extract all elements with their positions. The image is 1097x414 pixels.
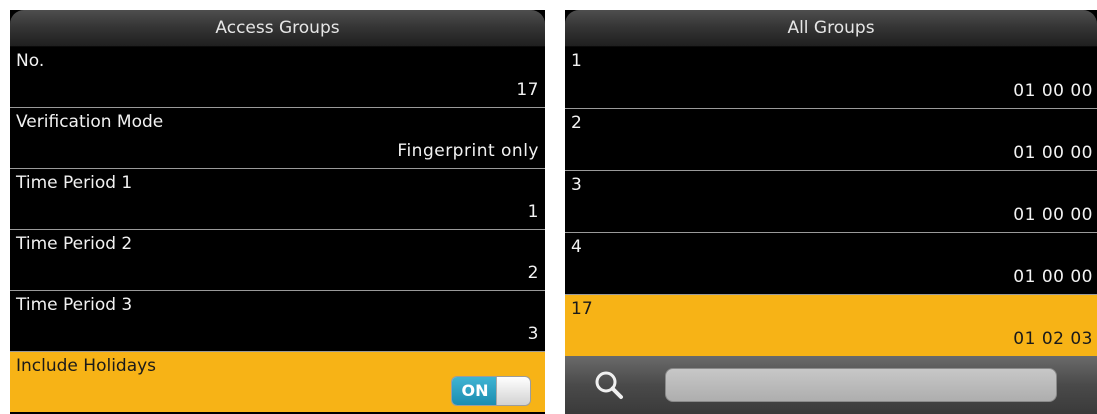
field-label: Time Period 1 [16,173,133,193]
group-number: 2 [571,113,582,133]
group-time-periods: 01 02 03 [1013,329,1093,349]
list-item-selected[interactable]: 17 01 02 03 [565,295,1097,357]
field-row-verification-mode[interactable]: Verification Mode Fingerprint only [10,108,545,169]
field-value: 3 [527,324,539,344]
search-input[interactable] [665,368,1057,402]
group-time-periods: 01 00 00 [1013,267,1093,287]
list-item[interactable]: 3 01 00 00 [565,171,1097,233]
field-row-include-holidays[interactable]: Include Holidays ON [10,352,545,412]
list-item[interactable]: 4 01 00 00 [565,233,1097,295]
field-label: Include Holidays [16,356,157,376]
field-row-time-period-2[interactable]: Time Period 2 2 [10,230,545,291]
include-holidays-toggle[interactable]: ON [451,376,531,406]
field-label: Time Period 3 [16,295,133,315]
field-row-no[interactable]: No. 17 [10,47,545,108]
field-label: Time Period 2 [16,234,133,254]
field-row-time-period-3[interactable]: Time Period 3 3 [10,291,545,352]
toggle-on-label: ON [452,377,498,405]
field-value: 17 [516,80,539,100]
group-time-periods: 01 00 00 [1013,205,1093,225]
page-title: Access Groups [10,10,545,47]
group-number: 17 [571,299,593,319]
all-groups-screen: All Groups 1 01 00 00 2 01 00 00 3 01 00… [565,10,1097,414]
search-bar [565,356,1097,414]
group-time-periods: 01 00 00 [1013,143,1093,163]
field-value: 2 [527,263,539,283]
search-icon[interactable] [593,369,625,401]
group-number: 1 [571,51,582,71]
field-label: No. [16,51,45,71]
field-value: Fingerprint only [397,141,539,161]
list-item[interactable]: 1 01 00 00 [565,47,1097,109]
toggle-knob[interactable] [496,377,530,405]
list-item[interactable]: 2 01 00 00 [565,109,1097,171]
group-number: 3 [571,175,582,195]
field-label: Verification Mode [16,112,164,132]
access-groups-screen: Access Groups No. 17 Verification Mode F… [10,10,545,414]
group-time-periods: 01 00 00 [1013,81,1093,101]
field-value: 1 [527,202,539,222]
page-title: All Groups [565,10,1097,47]
group-number: 4 [571,237,582,257]
field-row-time-period-1[interactable]: Time Period 1 1 [10,169,545,230]
